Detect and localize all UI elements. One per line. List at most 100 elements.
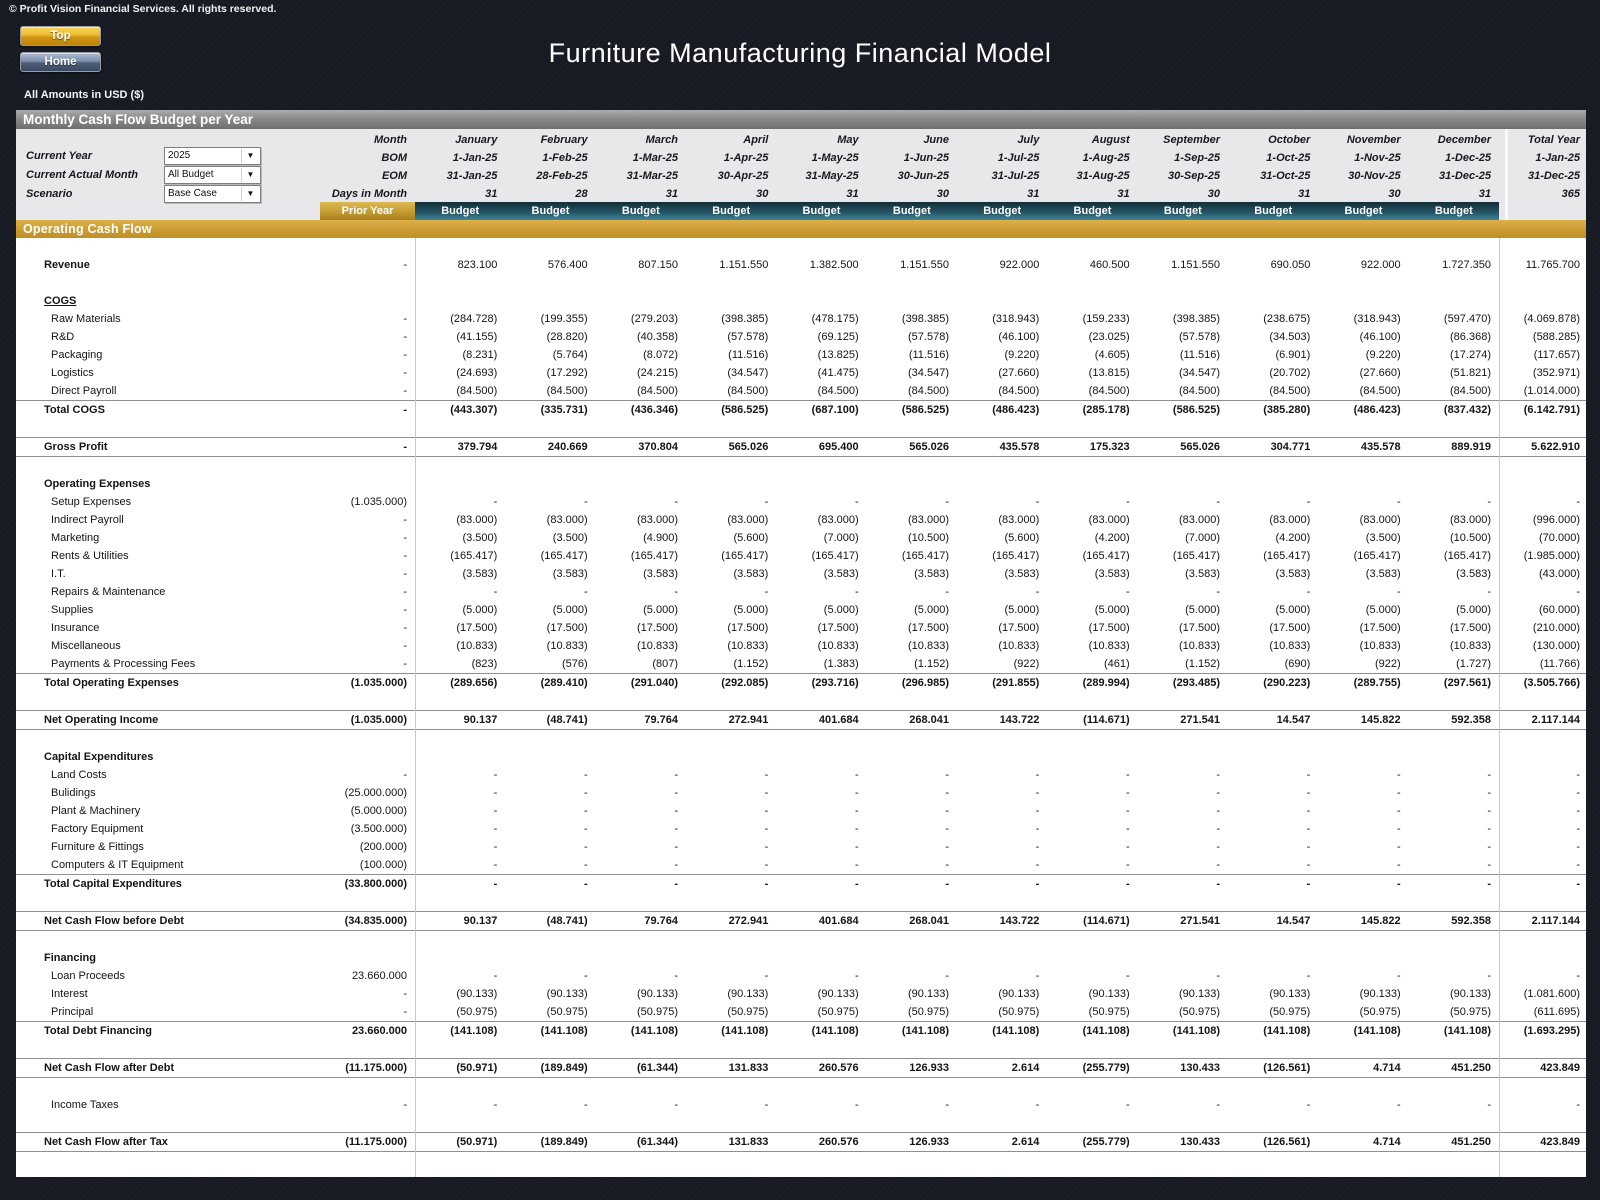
- cell-total-year: (11.766): [1499, 655, 1586, 673]
- actual-month-dropdown[interactable]: All Budget ▼: [164, 166, 261, 184]
- cell-month-value: (50.975): [1138, 1003, 1228, 1021]
- cell-month-value: (290.223): [1228, 674, 1318, 692]
- cell-month-value: (1.152): [1138, 655, 1228, 673]
- cell-month-value: -: [1228, 856, 1318, 874]
- row-label: Bulidings: [16, 784, 320, 802]
- cell-month-value: -: [505, 838, 595, 856]
- cell-month-value: -: [1409, 766, 1499, 784]
- app-window: { "header": { "copyright": "© Profit Vis…: [0, 0, 1600, 1200]
- table-row: Setup Expenses(1.035.000)-------------: [16, 493, 1586, 511]
- cell-month-value: -: [1047, 766, 1137, 784]
- cell-month-value: 922.000: [957, 256, 1047, 274]
- meta-value: 31: [596, 185, 686, 203]
- meta-value: March: [596, 131, 686, 149]
- chevron-down-icon[interactable]: ▼: [241, 168, 259, 182]
- cell-month-value: -: [415, 875, 505, 893]
- cell-month-value: (5.600): [686, 529, 776, 547]
- cell-month-value: 576.400: [505, 256, 595, 274]
- cell-month-value: (1.727): [1409, 655, 1499, 673]
- control-row: Current Year 2025 ▼: [26, 146, 326, 165]
- cell-month-value: -: [867, 1096, 957, 1114]
- cell-month-value: 592.358: [1409, 711, 1499, 729]
- cell-month-value: -: [1138, 875, 1228, 893]
- cell-month-value: -: [776, 802, 866, 820]
- cell-month-value: (84.500): [505, 382, 595, 400]
- cell-month-value: -: [415, 766, 505, 784]
- cell-month-value: (165.417): [596, 547, 686, 565]
- chevron-down-icon[interactable]: ▼: [241, 187, 259, 201]
- cell-month-value: (3.583): [867, 565, 957, 583]
- cell-month-value: -: [1409, 583, 1499, 601]
- cell-month-value: -: [1138, 820, 1228, 838]
- cell-month-value: (23.025): [1047, 328, 1137, 346]
- cell-month-value: -: [686, 583, 776, 601]
- meta-total: Total Year: [1499, 131, 1586, 149]
- meta-value: 1-Feb-25: [505, 149, 595, 167]
- current-year-dropdown[interactable]: 2025 ▼: [164, 147, 261, 165]
- cell-month-value: (823): [415, 655, 505, 673]
- cell-month-value: 435.578: [1318, 438, 1408, 456]
- table-row: Net Cash Flow before Debt(34.835.000)90.…: [16, 911, 1586, 931]
- cell-month-value: 14.547: [1228, 711, 1318, 729]
- cell-month-value: 690.050: [1228, 256, 1318, 274]
- budget-header-cell: Budget: [1047, 202, 1137, 220]
- table-row: Total Operating Expenses(1.035.000)(289.…: [16, 673, 1586, 692]
- table-row: Plant & Machinery(5.000.000)------------…: [16, 802, 1586, 820]
- cell-month-value: (5.600): [957, 529, 1047, 547]
- meta-value: February: [505, 131, 595, 149]
- cell-month-value: -: [867, 856, 957, 874]
- cell-month-value: (84.500): [1228, 382, 1318, 400]
- cell-month-value: -: [686, 838, 776, 856]
- cell-prior-year: (11.175.000): [320, 1059, 415, 1077]
- cell-month-value: (165.417): [1138, 547, 1228, 565]
- cell-month-value: 1.151.550: [1138, 256, 1228, 274]
- spacer-row: [16, 730, 1586, 748]
- table-row: Land Costs--------------: [16, 766, 1586, 784]
- meta-value: 31-Dec-25: [1409, 167, 1499, 185]
- scenario-dropdown[interactable]: Base Case ▼: [164, 185, 261, 203]
- cell-month-value: -: [505, 967, 595, 985]
- cell-month-value: (50.971): [415, 1059, 505, 1077]
- cell-month-value: (90.133): [415, 985, 505, 1003]
- row-label: Raw Materials: [16, 310, 320, 328]
- spacer-row: [16, 457, 1586, 475]
- cell-month-value: (90.133): [686, 985, 776, 1003]
- cell-month-value: -: [1318, 820, 1408, 838]
- cell-month-value: 145.822: [1318, 912, 1408, 930]
- cell-month-value: (284.728): [415, 310, 505, 328]
- cell-prior-year: -: [320, 328, 415, 346]
- band-spacer: [1499, 202, 1586, 220]
- cell-month-value: -: [957, 875, 1047, 893]
- cell-month-value: -: [1138, 802, 1228, 820]
- cell-month-value: (17.500): [1409, 619, 1499, 637]
- meta-value: July: [957, 131, 1047, 149]
- cell-prior-year: -: [320, 529, 415, 547]
- row-label: Logistics: [16, 364, 320, 382]
- cell-month-value: (50.975): [1318, 1003, 1408, 1021]
- cell-month-value: -: [505, 802, 595, 820]
- cell-month-value: -: [1409, 838, 1499, 856]
- cell-month-value: 370.804: [596, 438, 686, 456]
- cell-month-value: -: [776, 967, 866, 985]
- cell-month-value: (84.500): [596, 382, 686, 400]
- cell-total-year: (611.695): [1499, 1003, 1586, 1021]
- row-label: Net Cash Flow after Debt: [16, 1059, 320, 1077]
- cell-month-value: (296.985): [867, 674, 957, 692]
- cell-prior-year: -: [320, 565, 415, 583]
- cell-total-year: (60.000): [1499, 601, 1586, 619]
- chevron-down-icon[interactable]: ▼: [241, 149, 259, 163]
- table-row: Rents & Utilities-(165.417)(165.417)(165…: [16, 547, 1586, 565]
- cell-month-value: 565.026: [867, 438, 957, 456]
- cell-total-year: -: [1499, 820, 1586, 838]
- cell-month-value: 240.669: [505, 438, 595, 456]
- cell-month-value: (17.292): [505, 364, 595, 382]
- meta-value: 31: [1228, 185, 1318, 203]
- meta-value: 1-Jul-25: [957, 149, 1047, 167]
- cell-month-value: 271.541: [1138, 912, 1228, 930]
- cell-month-value: (141.108): [867, 1022, 957, 1040]
- budget-header-cell: Budget: [505, 202, 595, 220]
- cell-prior-year: (11.175.000): [320, 1133, 415, 1151]
- row-label: Net Cash Flow before Debt: [16, 912, 320, 930]
- spacer-row: [16, 1040, 1586, 1058]
- cell-month-value: 922.000: [1318, 256, 1408, 274]
